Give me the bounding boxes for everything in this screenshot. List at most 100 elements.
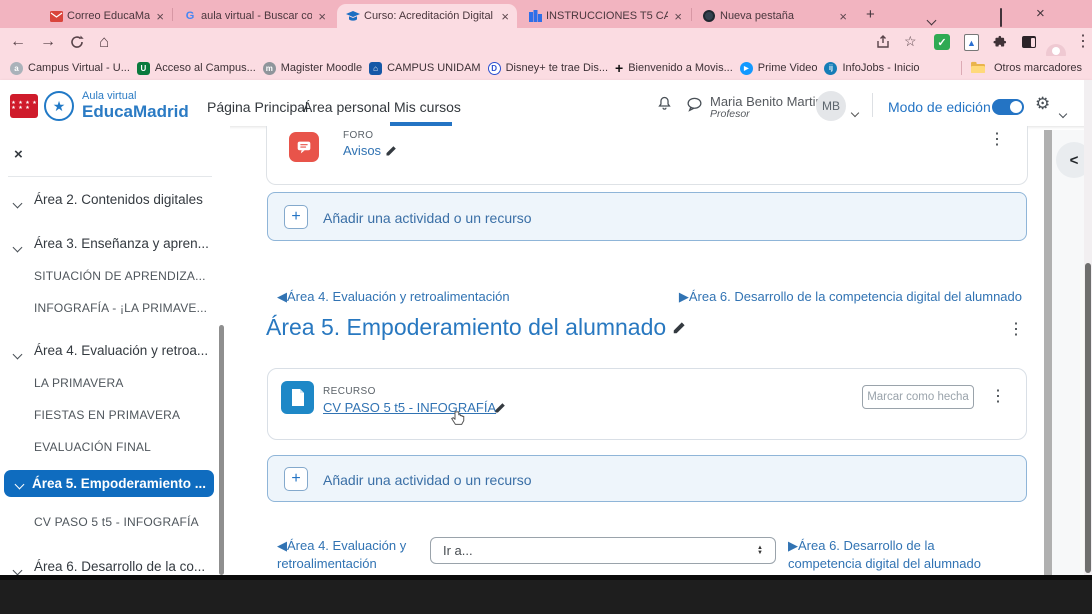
- sidebar-item-situacion[interactable]: SITUACIÓN DE APRENDIZA...: [34, 269, 206, 283]
- sidebar-item-area2[interactable]: Área 2. Contenidos digitales: [34, 192, 203, 207]
- bookmark-acceso-campus[interactable]: U Acceso al Campus...: [136, 61, 256, 75]
- back-icon[interactable]: ←: [10, 34, 26, 50]
- tab-close-icon[interactable]: ×: [672, 10, 684, 23]
- nav-area-personal[interactable]: Área personal: [303, 99, 390, 115]
- window-scrollbar-thumb[interactable]: [1085, 263, 1091, 573]
- nav-pagina-principal[interactable]: Página Principal: [207, 99, 308, 115]
- forward-icon[interactable]: →: [40, 34, 56, 50]
- activity-menu-icon[interactable]: ⋮: [989, 132, 1005, 148]
- bookmark-magister-moodle[interactable]: m Magister Moodle: [262, 61, 362, 75]
- edit-mode-toggle[interactable]: [992, 99, 1024, 115]
- bookmark-favicon: ▶: [739, 61, 753, 75]
- other-bookmarks[interactable]: Otros marcadores: [960, 61, 1082, 75]
- sidebar-item-evaluacion-final[interactable]: EVALUACIÓN FINAL: [34, 440, 151, 454]
- tab-instrucciones[interactable]: INSTRUCCIONES T5 CANVA ×: [519, 4, 690, 28]
- maximize-button[interactable]: [1000, 8, 1002, 27]
- user-avatar[interactable]: MB: [816, 91, 846, 121]
- bookmark-campus-unidam[interactable]: ⌂ CAMPUS UNIDAM: [369, 61, 481, 75]
- plus-icon: +: [284, 205, 308, 229]
- divider: [960, 61, 962, 75]
- bookmark-favicon: +: [615, 59, 624, 76]
- pencil-icon[interactable]: [672, 321, 686, 335]
- sidebar-item-area6[interactable]: Área 6. Desarrollo de la co...: [34, 559, 205, 574]
- footer-prev-link[interactable]: ◀Área 4. Evaluación y retroalimentación: [277, 537, 437, 572]
- section-menu-icon[interactable]: ⋮: [1008, 322, 1024, 338]
- tab-search-icon[interactable]: [926, 11, 937, 29]
- gear-chevron-icon[interactable]: [1058, 104, 1068, 122]
- bookmark-infojobs[interactable]: ij InfoJobs - Inicio: [824, 61, 920, 75]
- drawer-scrollbar[interactable]: [219, 325, 224, 575]
- brand-line2[interactable]: EducaMadrid: [82, 102, 189, 122]
- add-activity-label: Añadir una actividad o un recurso: [323, 472, 532, 488]
- messages-icon[interactable]: [686, 96, 703, 112]
- chevron-down-icon[interactable]: [12, 194, 23, 212]
- user-menu-chevron-icon[interactable]: [850, 103, 860, 121]
- bookmark-movistar[interactable]: + Bienvenido a Movis...: [615, 59, 733, 76]
- tab-correo[interactable]: Correo EducaMadrid :: Entra ×: [40, 4, 172, 28]
- brand-line1: Aula virtual: [82, 90, 137, 102]
- prev-section-link[interactable]: ◀Área 4. Evaluación y retroalimentación: [277, 289, 510, 305]
- content-scrollbar[interactable]: [1044, 130, 1052, 575]
- tab-close-icon[interactable]: ×: [154, 10, 166, 23]
- madrid-flag-logo: ★ ★ ★ ★ ★ ★ ★: [10, 94, 38, 118]
- extensions-puzzle-icon[interactable]: [992, 34, 1007, 49]
- bookmark-favicon: m: [262, 61, 276, 75]
- divider: [8, 176, 212, 177]
- bookmark-disney[interactable]: D Disney+ te trae Dis...: [487, 61, 608, 75]
- bookmarks-bar: a Campus Virtual - U... U Acceso al Camp…: [0, 56, 1092, 80]
- canva-icon: [528, 9, 542, 23]
- tab-close-icon[interactable]: ×: [316, 10, 328, 23]
- foro-avisos-link[interactable]: Avisos: [343, 143, 381, 158]
- sidebar-item-fiestas[interactable]: FIESTAS EN PRIMAVERA: [34, 408, 180, 422]
- notifications-bell-icon[interactable]: [656, 95, 673, 112]
- browser-toolbar: ← → ⌂ aulavirtual33.educa.madrid.org/cpe…: [0, 28, 1092, 81]
- section-content-box: RECURSO CV PASO 5 t5 - INFOGRAFÍA Marcar…: [267, 368, 1027, 440]
- reload-icon[interactable]: [70, 35, 84, 49]
- window-close-button[interactable]: ×: [1036, 6, 1045, 21]
- mail-icon: [49, 9, 63, 23]
- gear-icon[interactable]: ⚙: [1035, 94, 1050, 114]
- sidebar-item-area5-selected[interactable]: Área 5. Empoderamiento ...: [4, 470, 214, 497]
- activity-type-label: FORO: [343, 130, 374, 141]
- jump-to-select[interactable]: Ir a... ▲ ▼: [430, 537, 776, 564]
- bookmark-campus-virtual[interactable]: a Campus Virtual - U...: [10, 61, 130, 75]
- add-activity-box[interactable]: + Añadir una actividad o un recurso: [267, 455, 1027, 502]
- sidebar-item-area4[interactable]: Área 4. Evaluación y retroa...: [34, 343, 208, 358]
- tab-close-icon[interactable]: ×: [837, 10, 849, 23]
- tab-separator: [172, 8, 173, 21]
- share-icon[interactable]: [876, 35, 890, 49]
- add-activity-box[interactable]: + Añadir una actividad o un recurso: [267, 192, 1027, 241]
- home-icon[interactable]: ⌂: [99, 33, 109, 50]
- sidebar-item-area3[interactable]: Área 3. Enseñanza y apren...: [34, 236, 209, 251]
- nav-mis-cursos[interactable]: Mis cursos: [394, 99, 461, 115]
- sidebar-item-la-primavera[interactable]: LA PRIMAVERA: [34, 376, 124, 390]
- new-tab-button[interactable]: +: [866, 7, 875, 22]
- site-header: ★ ★ ★ ★ ★ ★ ★ ★ Aula virtual EducaMadrid Págin…: [0, 80, 1092, 126]
- chevron-down-icon[interactable]: [12, 345, 23, 363]
- educamadrid-logo[interactable]: ★: [44, 91, 74, 121]
- sidebar-item-infografia[interactable]: INFOGRAFÍA - ¡LA PRIMAVE...: [34, 301, 207, 315]
- resource-link[interactable]: CV PASO 5 t5 - INFOGRAFÍA: [323, 400, 496, 415]
- chevron-down-icon[interactable]: [12, 238, 23, 256]
- browser-menu-icon[interactable]: ⋮: [1075, 34, 1091, 50]
- google-icon: G: [185, 10, 195, 22]
- tab-google-search[interactable]: G aula virtual - Buscar con Goc ×: [174, 4, 334, 28]
- user-role: Profesor: [710, 108, 750, 120]
- bookmark-prime-video[interactable]: ▶ Prime Video: [739, 61, 817, 75]
- tab-close-icon[interactable]: ×: [499, 10, 511, 23]
- side-panel-icon[interactable]: [1022, 36, 1036, 48]
- drawer-close-icon[interactable]: ×: [14, 146, 23, 163]
- bookmark-star-icon[interactable]: ☆: [904, 34, 917, 48]
- sidebar-item-cv-paso5[interactable]: CV PASO 5 t5 - INFOGRAFÍA: [34, 515, 199, 529]
- footer-next-link[interactable]: ▶Área 6. Desarrollo de la competencia di…: [788, 537, 1003, 572]
- tab-nueva-pestana[interactable]: Nueva pestaña ×: [693, 4, 855, 28]
- activity-menu-icon[interactable]: ⋮: [990, 389, 1006, 405]
- tab-curso-active[interactable]: Curso: Acreditación Digital D ×: [337, 4, 517, 28]
- pencil-icon[interactable]: [385, 145, 397, 157]
- pencil-icon[interactable]: [494, 402, 506, 414]
- user-name[interactable]: Maria Benito Martin: [710, 94, 823, 109]
- extension-doc-icon[interactable]: ▲: [964, 34, 979, 51]
- mark-done-button[interactable]: Marcar como hecha: [862, 385, 974, 409]
- next-section-link[interactable]: ▶Área 6. Desarrollo de la competencia di…: [679, 289, 1022, 305]
- extension-check-icon[interactable]: ✓: [934, 34, 950, 50]
